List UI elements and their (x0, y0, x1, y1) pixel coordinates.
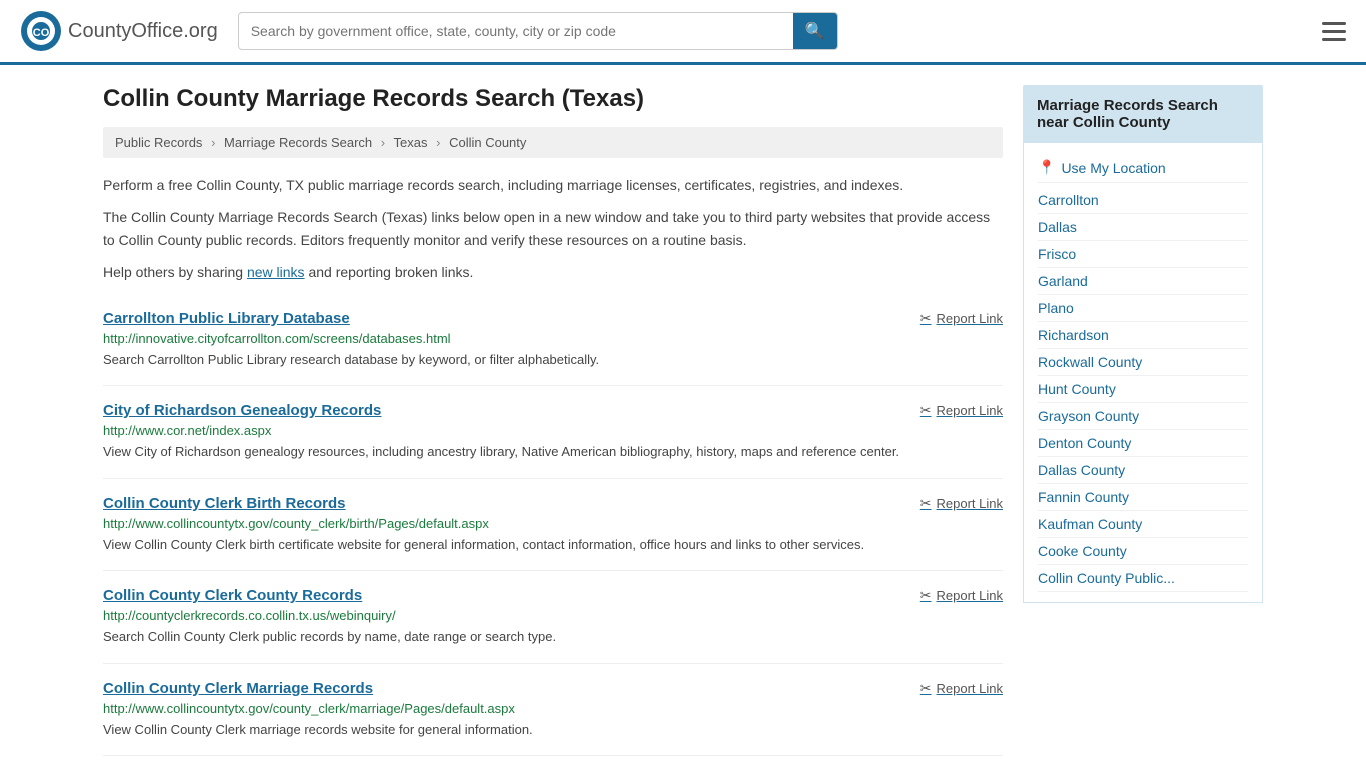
intro-paragraph-1: Perform a free Collin County, TX public … (103, 174, 1003, 196)
record-desc: Search Carrollton Public Library researc… (103, 350, 1003, 370)
intro3-after: and reporting broken links. (305, 264, 474, 280)
breadcrumb-sep: › (211, 135, 215, 150)
record-url[interactable]: http://www.cor.net/index.aspx (103, 423, 1003, 438)
intro-paragraph-2: The Collin County Marriage Records Searc… (103, 206, 1003, 251)
new-links[interactable]: new links (247, 264, 305, 280)
logo-icon: CO (20, 10, 62, 52)
record-link[interactable]: Carrollton Public Library Database (103, 310, 350, 327)
breadcrumb-sep: › (436, 135, 440, 150)
report-link[interactable]: ✂ Report Link (920, 310, 1003, 327)
hamburger-line (1322, 38, 1346, 41)
record-title: Collin County Clerk Birth Records ✂ Repo… (103, 495, 1003, 512)
main-content: Collin County Marriage Records Search (T… (103, 85, 1003, 756)
report-icon: ✂ (920, 310, 932, 327)
report-link[interactable]: ✂ Report Link (920, 495, 1003, 512)
report-label: Report Link (937, 496, 1003, 511)
report-link[interactable]: ✂ Report Link (920, 680, 1003, 697)
logo[interactable]: CO CountyOffice.org (20, 10, 218, 52)
intro3-before: Help others by sharing (103, 264, 247, 280)
sidebar-link[interactable]: Denton County (1038, 430, 1248, 457)
record-item: Collin County Clerk County Records ✂ Rep… (103, 571, 1003, 664)
search-input[interactable] (239, 15, 793, 47)
sidebar-link[interactable]: Garland (1038, 268, 1248, 295)
breadcrumb-collin-county[interactable]: Collin County (449, 135, 526, 150)
use-my-location-link[interactable]: Use My Location (1061, 160, 1165, 176)
record-item: Collin County Clerk Birth Records ✂ Repo… (103, 479, 1003, 572)
record-url[interactable]: http://www.collincountytx.gov/county_cle… (103, 701, 1003, 716)
records-list: Carrollton Public Library Database ✂ Rep… (103, 294, 1003, 757)
record-item: Collin County Clerk Marriage Records ✂ R… (103, 664, 1003, 757)
report-icon: ✂ (920, 402, 932, 419)
sidebar-link[interactable]: Collin County Public... (1038, 565, 1248, 592)
pin-icon: 📍 (1038, 159, 1055, 176)
sidebar-links: CarrolltonDallasFriscoGarlandPlanoRichar… (1038, 187, 1248, 592)
hamburger-line (1322, 22, 1346, 25)
breadcrumb-sep: › (381, 135, 385, 150)
hamburger-menu[interactable] (1322, 22, 1346, 41)
record-desc: View Collin County Clerk birth certifica… (103, 535, 1003, 555)
sidebar-content: 📍 Use My Location CarrolltonDallasFrisco… (1023, 143, 1263, 603)
intro-paragraph-3: Help others by sharing new links and rep… (103, 261, 1003, 283)
record-desc: Search Collin County Clerk public record… (103, 627, 1003, 647)
breadcrumb: Public Records › Marriage Records Search… (103, 127, 1003, 158)
record-url[interactable]: http://innovative.cityofcarrollton.com/s… (103, 331, 1003, 346)
sidebar-link[interactable]: Fannin County (1038, 484, 1248, 511)
report-label: Report Link (937, 403, 1003, 418)
content-wrapper: Collin County Marriage Records Search (T… (83, 65, 1283, 776)
record-title: Collin County Clerk County Records ✂ Rep… (103, 587, 1003, 604)
sidebar-link[interactable]: Richardson (1038, 322, 1248, 349)
sidebar-link[interactable]: Hunt County (1038, 376, 1248, 403)
report-label: Report Link (937, 681, 1003, 696)
sidebar-link[interactable]: Plano (1038, 295, 1248, 322)
report-link[interactable]: ✂ Report Link (920, 402, 1003, 419)
breadcrumb-texas[interactable]: Texas (394, 135, 428, 150)
report-label: Report Link (937, 588, 1003, 603)
record-link[interactable]: City of Richardson Genealogy Records (103, 402, 381, 419)
record-link[interactable]: Collin County Clerk County Records (103, 587, 362, 604)
report-icon: ✂ (920, 495, 932, 512)
record-title: Collin County Clerk Marriage Records ✂ R… (103, 680, 1003, 697)
breadcrumb-public-records[interactable]: Public Records (115, 135, 202, 150)
sidebar-link[interactable]: Rockwall County (1038, 349, 1248, 376)
record-title: Carrollton Public Library Database ✂ Rep… (103, 310, 1003, 327)
record-title: City of Richardson Genealogy Records ✂ R… (103, 402, 1003, 419)
sidebar: Marriage Records Search near Collin Coun… (1023, 85, 1263, 756)
report-label: Report Link (937, 311, 1003, 326)
svg-text:CO: CO (33, 27, 50, 39)
page-title: Collin County Marriage Records Search (T… (103, 85, 1003, 113)
use-my-location[interactable]: 📍 Use My Location (1038, 153, 1248, 183)
record-desc: View Collin County Clerk marriage record… (103, 720, 1003, 740)
logo-text: CountyOffice.org (68, 20, 218, 43)
report-icon: ✂ (920, 587, 932, 604)
header: CO CountyOffice.org 🔍 (0, 0, 1366, 65)
sidebar-header: Marriage Records Search near Collin Coun… (1023, 85, 1263, 143)
breadcrumb-marriage-records[interactable]: Marriage Records Search (224, 135, 372, 150)
report-link[interactable]: ✂ Report Link (920, 587, 1003, 604)
record-item: Carrollton Public Library Database ✂ Rep… (103, 294, 1003, 387)
hamburger-line (1322, 30, 1346, 33)
sidebar-link[interactable]: Dallas County (1038, 457, 1248, 484)
sidebar-link[interactable]: Carrollton (1038, 187, 1248, 214)
record-url[interactable]: http://countyclerkrecords.co.collin.tx.u… (103, 608, 1003, 623)
sidebar-link[interactable]: Frisco (1038, 241, 1248, 268)
sidebar-link[interactable]: Dallas (1038, 214, 1248, 241)
record-desc: View City of Richardson genealogy resour… (103, 442, 1003, 462)
sidebar-link[interactable]: Grayson County (1038, 403, 1248, 430)
record-link[interactable]: Collin County Clerk Marriage Records (103, 680, 373, 697)
search-button[interactable]: 🔍 (793, 13, 837, 49)
sidebar-link[interactable]: Kaufman County (1038, 511, 1248, 538)
report-icon: ✂ (920, 680, 932, 697)
search-bar: 🔍 (238, 12, 838, 50)
sidebar-link[interactable]: Cooke County (1038, 538, 1248, 565)
record-item: City of Richardson Genealogy Records ✂ R… (103, 386, 1003, 479)
record-url[interactable]: http://www.collincountytx.gov/county_cle… (103, 516, 1003, 531)
record-link[interactable]: Collin County Clerk Birth Records (103, 495, 346, 512)
